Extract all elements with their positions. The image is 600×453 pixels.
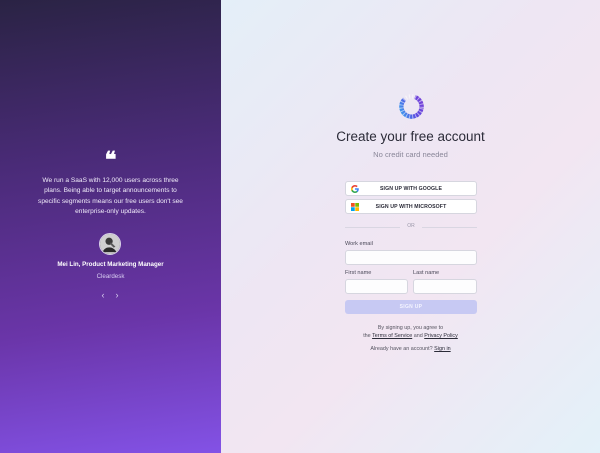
account-prompt: Already have an account?	[370, 346, 433, 352]
divider-right	[422, 227, 477, 228]
email-field[interactable]	[345, 250, 477, 265]
microsoft-signup-label: SIGN UP WITH MICROSOFT	[375, 203, 447, 210]
signin-prompt: Already have an account? Sign in	[221, 345, 600, 354]
last-name-field[interactable]	[413, 279, 477, 294]
page-subtitle: No credit card needed	[373, 150, 448, 159]
testimonial-quote: We run a SaaS with 12,000 users across t…	[38, 177, 183, 215]
microsoft-signup-button[interactable]: SIGN UP WITH MICROSOFT	[345, 199, 477, 214]
last-name-label: Last name	[413, 270, 440, 276]
signup-panel: Create your free account No credit card …	[221, 0, 600, 453]
first-name-field[interactable]	[345, 279, 408, 294]
microsoft-icon	[351, 203, 359, 211]
signin-link[interactable]: Sign in	[434, 346, 450, 352]
email-label: Work email	[345, 241, 373, 247]
quote-icon: ❝	[104, 147, 117, 173]
terms-link[interactable]: Terms of Service	[372, 333, 412, 339]
divider-left	[345, 227, 400, 228]
first-name-label: First name	[345, 270, 372, 276]
testimonial-author: Mei Lin, Product Marketing Manager	[57, 261, 164, 268]
testimonial-next-button[interactable]: ›	[111, 289, 123, 301]
legal-and: and	[413, 333, 423, 339]
google-signup-label: SIGN UP WITH GOOGLE	[379, 185, 443, 192]
google-signup-button[interactable]: SIGN UP WITH GOOGLE	[345, 181, 477, 196]
google-icon	[351, 185, 359, 193]
testimonial-prev-button[interactable]: ‹	[97, 289, 109, 301]
page-title: Create your free account	[336, 129, 485, 144]
privacy-link[interactable]: Privacy Policy	[424, 333, 458, 339]
legal-the: the	[363, 333, 371, 339]
legal-links: the Terms of Service and Privacy Policy	[221, 332, 600, 341]
avatar	[99, 233, 121, 255]
testimonial-panel: ❝ We run a SaaS with 12,000 users across…	[0, 0, 221, 453]
signup-button[interactable]: SIGN UP	[345, 300, 477, 314]
logo-icon	[399, 94, 424, 119]
testimonial-company: Cleardesk	[96, 273, 125, 280]
divider-or: OR	[407, 223, 415, 229]
